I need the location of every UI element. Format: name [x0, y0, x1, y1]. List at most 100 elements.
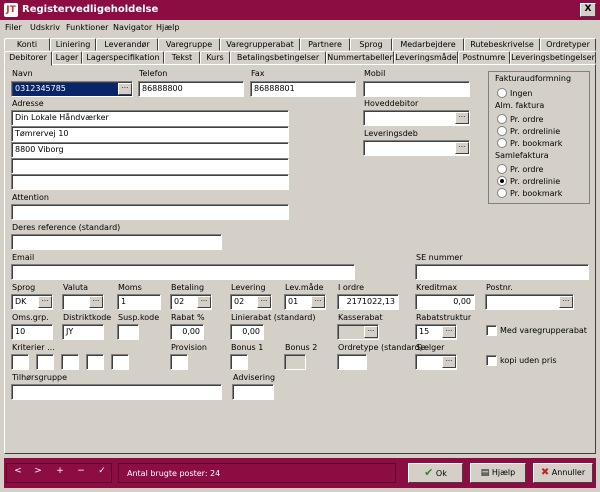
prev-record-button[interactable]: <	[11, 466, 25, 476]
radio-samle-pr-ordrelinie[interactable]	[497, 176, 507, 186]
tilhorsgruppe-field[interactable]	[11, 384, 222, 400]
adresse-line-1[interactable]: Din Lokale Håndværker	[11, 110, 289, 126]
tab-leverandor[interactable]: Leverandør	[96, 38, 158, 51]
sprog-label: Sprog	[12, 283, 36, 292]
kriterie-2-field[interactable]	[36, 354, 54, 370]
tab-varegruppe[interactable]: Varegruppe	[158, 38, 220, 51]
fax-field[interactable]: 86888801	[250, 81, 356, 97]
kopi-uden-pris-checkbox[interactable]	[486, 355, 497, 366]
tab-tekst[interactable]: Tekst	[164, 51, 200, 64]
tab-medarbejdere[interactable]: Medarbejdere	[392, 38, 464, 51]
susp-label: Susp.kode	[118, 313, 160, 322]
add-record-button[interactable]: +	[53, 466, 67, 476]
linierabat-field[interactable]: 0,00	[230, 324, 264, 340]
susp-field[interactable]	[117, 324, 139, 340]
tab-liniering[interactable]: Liniering	[50, 38, 96, 51]
navn-lookup-button[interactable]: ···	[118, 83, 132, 95]
help-button[interactable]: ▤ Hjælp	[470, 463, 526, 483]
advisering-field[interactable]	[232, 384, 274, 400]
deres-ref-field[interactable]	[11, 234, 222, 250]
saelger-lookup-button[interactable]: ···	[442, 356, 456, 368]
radio-alm-pr-ordre[interactable]	[497, 114, 507, 124]
menu-udskriv[interactable]: Udskriv	[30, 23, 60, 32]
adresse-line-2[interactable]: Tømrervej 10	[11, 126, 289, 142]
mobil-field[interactable]	[363, 81, 470, 97]
hoveddebitor-lookup-button[interactable]: ···	[455, 112, 469, 124]
alm-faktura-label: Alm. faktura	[495, 101, 545, 110]
med-varegrupperabat-checkbox[interactable]	[486, 325, 497, 336]
tab-lager[interactable]: Lager	[52, 51, 82, 64]
radio-samle-pr-ordrelinie-label: Pr. ordrelinie	[510, 177, 561, 186]
menu-navigator[interactable]: Navigator	[113, 23, 152, 32]
kriterie-5-field[interactable]	[111, 354, 129, 370]
leveringsdeb-field[interactable]	[363, 140, 470, 156]
ordretype-label: Ordretype (standard)	[338, 343, 423, 352]
adresse-line-5[interactable]	[11, 174, 289, 190]
radio-ingen[interactable]	[497, 88, 507, 98]
menu-funktioner[interactable]: Funktioner	[66, 23, 108, 32]
tab-varegrupperabat[interactable]: Varegrupperabat	[220, 38, 300, 51]
adresse-line-4[interactable]	[11, 158, 289, 174]
kreditmax-field[interactable]: 0,00	[415, 294, 475, 310]
kriterie-1-field[interactable]	[11, 354, 29, 370]
tab-leveringsbetingelser[interactable]: Leveringsbetingelser	[510, 51, 596, 64]
tab-debitorer[interactable]: Debitorer	[4, 51, 52, 66]
post-record-button[interactable]: ✓	[95, 466, 109, 476]
omsgrp-field[interactable]: 10	[11, 324, 53, 340]
tab-leveringsmade[interactable]: Leveringsmåde	[394, 51, 458, 64]
menu-hjaelp[interactable]: Hjælp	[156, 23, 179, 32]
rabat-field[interactable]: 0,00	[170, 324, 204, 340]
record-count: Antal brugte poster: 24	[118, 463, 396, 483]
tab-sprog[interactable]: Sprog	[350, 38, 392, 51]
tab-ordretyper[interactable]: Ordretyper	[540, 38, 596, 51]
ordretype-field[interactable]	[337, 354, 367, 370]
delete-record-button[interactable]: −	[74, 466, 88, 476]
email-field[interactable]	[11, 264, 355, 280]
tab-konti[interactable]: Konti	[4, 38, 50, 51]
tab-nummertabeller[interactable]: Nummertabeller	[326, 51, 394, 64]
menu-filer[interactable]: Filer	[5, 23, 22, 32]
distriktkode-field[interactable]: JY	[62, 324, 104, 340]
navn-field[interactable]: 0312345785	[11, 81, 133, 97]
leveringsdeb-lookup-button[interactable]: ···	[455, 142, 469, 154]
telefon-field[interactable]: 86888800	[138, 81, 244, 97]
tab-betalingsbetingelser[interactable]: Betalingsbetingelser	[230, 51, 326, 64]
postnr-lookup-button[interactable]: ···	[559, 296, 573, 308]
levmade-lookup-button[interactable]: ···	[311, 296, 325, 308]
bonus1-field[interactable]	[230, 354, 248, 370]
next-record-button[interactable]: >	[31, 466, 45, 476]
hoveddebitor-field[interactable]	[363, 110, 470, 126]
attention-field[interactable]	[11, 204, 289, 220]
rabatstruktur-lookup-button[interactable]: ···	[442, 326, 456, 338]
tab-rutebeskrivelse[interactable]: Rutebeskrivelse	[464, 38, 540, 51]
cancel-x-icon: ✖	[540, 467, 550, 478]
adresse-line-3[interactable]: 8800 Viborg	[11, 142, 289, 158]
iordre-field: 2171022,13	[337, 294, 399, 310]
provision-field[interactable]	[170, 354, 188, 370]
se-nummer-field[interactable]	[415, 264, 589, 280]
moms-label: Moms	[118, 283, 142, 292]
kopi-uden-pris-label: kopi uden pris	[500, 356, 557, 365]
rabat-label: Rabat %	[171, 313, 205, 322]
betaling-lookup-button[interactable]: ···	[197, 296, 211, 308]
levering-lookup-button[interactable]: ···	[257, 296, 271, 308]
moms-field[interactable]: 1	[117, 294, 161, 310]
kriterie-4-field[interactable]	[86, 354, 104, 370]
sprog-lookup-button[interactable]: ···	[38, 296, 52, 308]
kriterie-3-field[interactable]	[61, 354, 79, 370]
ok-button[interactable]: ✔ Ok	[408, 463, 463, 483]
title-bar[interactable]: JT Registervedligeholdelse X	[0, 0, 600, 20]
radio-alm-pr-ordrelinie[interactable]	[497, 126, 507, 136]
valuta-lookup-button[interactable]: ···	[89, 296, 103, 308]
record-navigator: < > + − ✓	[6, 463, 112, 483]
tab-postnumre[interactable]: Postnumre	[458, 51, 510, 64]
tab-kurs[interactable]: Kurs	[200, 51, 230, 64]
email-label: Email	[12, 253, 35, 262]
radio-samle-pr-ordre[interactable]	[497, 164, 507, 174]
tab-lagerspecifikation[interactable]: Lagerspecifikation	[82, 51, 164, 64]
radio-samle-pr-bookmark[interactable]	[497, 188, 507, 198]
tab-partnere[interactable]: Partnere	[300, 38, 350, 51]
close-button[interactable]: X	[580, 3, 596, 17]
radio-alm-pr-bookmark[interactable]	[497, 138, 507, 148]
cancel-button[interactable]: ✖ Annuller	[533, 463, 593, 483]
